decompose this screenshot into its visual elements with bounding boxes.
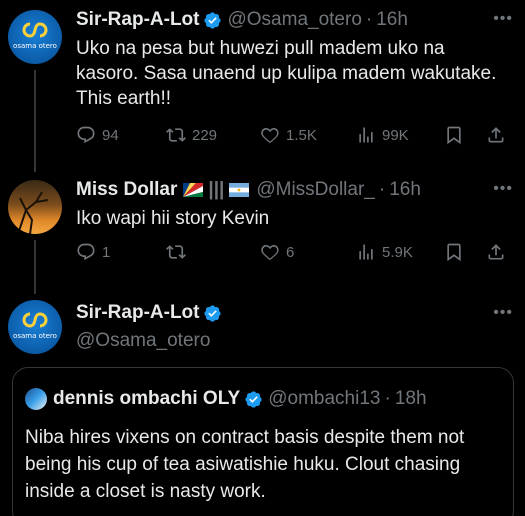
reply-count: 1 — [102, 243, 111, 261]
like-button[interactable]: 1.5K — [260, 125, 317, 145]
argentina-flag-icon — [229, 183, 250, 197]
handle[interactable]: @Osama_otero — [76, 330, 210, 352]
timestamp[interactable]: 16h — [389, 179, 421, 201]
separator-dot: · — [384, 388, 391, 409]
reply-button[interactable]: 94 — [76, 125, 119, 145]
name-emojis: ||| — [181, 179, 251, 201]
heart-icon — [261, 244, 279, 261]
views-chart-icon — [359, 244, 373, 260]
separator-dot: · — [365, 9, 373, 30]
more-options-icon[interactable]: ••• — [493, 10, 513, 28]
quoted-tweet-text: Niba hires vixens on contract basis desp… — [25, 427, 465, 502]
more-options-icon[interactable]: ••• — [493, 180, 513, 198]
thread-line — [34, 240, 36, 294]
quoted-tweet-card[interactable]: dennis ombachi OLY @ombachi13 · 18h Niba… — [12, 367, 514, 516]
verified-badge-icon — [204, 304, 222, 322]
reply-icon — [77, 126, 95, 144]
views-chart-icon — [359, 127, 373, 143]
tweet-text: Iko wapi hii story Kevin — [76, 208, 270, 229]
timestamp[interactable]: 16h — [376, 9, 408, 31]
heart-icon — [261, 127, 279, 144]
tweet-2[interactable]: Miss Dollar ||| @MissDollar_ · 16h ••• I… — [0, 170, 525, 294]
handle[interactable]: @MissDollar_ — [256, 179, 375, 201]
share-icon — [488, 244, 504, 260]
retweet-button[interactable] — [166, 242, 192, 262]
verified-badge-icon — [204, 11, 222, 29]
views-count: 99K — [382, 126, 409, 144]
handle-row: @Osama_otero — [76, 330, 210, 352]
bookmark-icon — [447, 243, 461, 262]
quoted-tweet-header: dennis ombachi OLY @ombachi13 · 18h — [25, 388, 427, 410]
tweet-header: Sir-Rap-A-Lot @Osama_otero · 16h — [76, 9, 408, 31]
reply-button[interactable]: 1 — [76, 242, 110, 262]
like-count: 6 — [286, 243, 295, 261]
retweet-button[interactable]: 229 — [166, 125, 217, 145]
display-name[interactable]: Sir-Rap-A-Lot — [76, 302, 199, 324]
reply-count: 94 — [102, 126, 119, 144]
tweet-header: Miss Dollar ||| @MissDollar_ · 16h — [76, 179, 421, 201]
handle[interactable]: @Osama_otero — [227, 9, 361, 31]
brand-logo-icon — [22, 312, 48, 328]
avatar[interactable] — [8, 180, 62, 234]
retweet-icon — [166, 128, 186, 142]
like-count: 1.5K — [286, 126, 317, 144]
views-button[interactable]: 99K — [356, 125, 409, 145]
retweet-count: 229 — [192, 126, 218, 144]
tweet-header: Sir-Rap-A-Lot — [76, 302, 222, 324]
quoted-avatar[interactable] — [25, 388, 47, 410]
retweet-icon — [166, 245, 186, 259]
brand-logo-icon — [22, 22, 48, 38]
thread-line — [34, 70, 36, 172]
views-count: 5.9K — [382, 243, 413, 261]
tweet-text: Uko na pesa but huwezi pull madem uko na… — [76, 38, 497, 109]
bookmark-button[interactable] — [444, 242, 470, 262]
verified-badge-icon — [245, 390, 262, 408]
quoted-timestamp[interactable]: 18h — [395, 388, 427, 410]
reply-icon — [77, 243, 95, 261]
share-button[interactable] — [486, 125, 512, 145]
avatar[interactable]: osama otero — [8, 300, 62, 354]
action-bar: 94 229 1.5K 99K — [76, 125, 513, 149]
more-options-icon[interactable]: ••• — [493, 304, 513, 322]
bookmark-button[interactable] — [444, 125, 470, 145]
avatar-brand-text: osama otero — [13, 332, 57, 340]
like-button[interactable]: 6 — [260, 242, 294, 262]
name-separator: ||| — [208, 179, 225, 200]
display-name[interactable]: Sir-Rap-A-Lot — [76, 9, 199, 31]
avatar[interactable]: osama otero — [8, 10, 62, 64]
separator-dot: · — [378, 179, 386, 200]
quoted-handle[interactable]: @ombachi13 — [268, 388, 380, 410]
views-button[interactable]: 5.9K — [356, 242, 413, 262]
share-icon — [488, 127, 504, 143]
display-name[interactable]: Miss Dollar — [76, 179, 177, 201]
action-bar: 1 6 5.9K — [76, 242, 513, 266]
share-button[interactable] — [486, 242, 512, 262]
avatar-brand-text: osama otero — [13, 42, 57, 50]
tweet-1[interactable]: osama otero Sir-Rap-A-Lot @Osama_otero ·… — [0, 0, 525, 172]
tree-silhouette-icon — [17, 191, 49, 234]
seychelles-flag-icon — [183, 183, 204, 197]
quoted-display-name[interactable]: dennis ombachi OLY — [53, 388, 240, 410]
bookmark-icon — [447, 126, 461, 145]
